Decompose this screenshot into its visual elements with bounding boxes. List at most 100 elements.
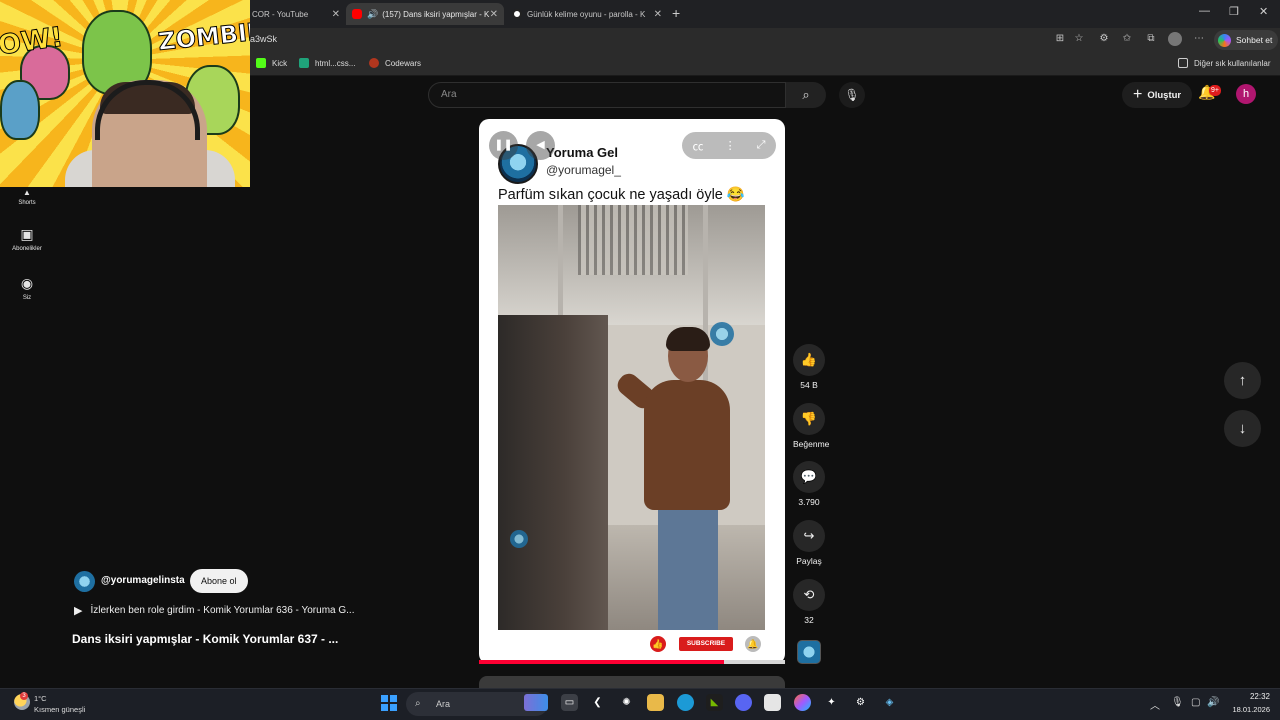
watermark-logo xyxy=(510,530,528,548)
arrow-up-icon: ↑ xyxy=(1238,372,1247,389)
pause-icon[interactable]: ❚❚ xyxy=(489,131,518,160)
guide-item-shorts[interactable]: ▲ Shorts xyxy=(8,188,46,206)
discord-icon[interactable] xyxy=(735,694,752,711)
expand-icon[interactable]: ⤢ xyxy=(757,139,766,152)
guide-label: Shorts xyxy=(18,200,36,206)
zombie-illustration xyxy=(0,80,40,140)
tab-parolla[interactable]: Günlük kelime oyunu - parolla - K ✕ xyxy=(506,3,668,25)
search-button[interactable]: ⌕ xyxy=(786,82,826,108)
profile-icon[interactable] xyxy=(1168,32,1182,46)
comment-icon: 💬 xyxy=(793,461,825,493)
sound-pivot-button[interactable] xyxy=(797,640,821,664)
edge-icon[interactable] xyxy=(677,694,694,711)
chatgpt-app-icon[interactable]: ⚙ xyxy=(852,694,869,711)
related-video-link[interactable]: ▶ İzlerken ben role girdim - Komik Yorum… xyxy=(74,604,354,617)
subscribe-button[interactable]: Abone ol xyxy=(190,569,248,593)
like-button[interactable]: 👍 54 B xyxy=(793,344,825,390)
channel-handle: @yorumagel_ xyxy=(546,163,621,177)
tab-active-video[interactable]: 🔊 (157) Dans iksiri yapmışlar - K ✕ xyxy=(346,3,504,25)
favorite-star-icon[interactable]: ☆ xyxy=(1073,33,1085,45)
search-highlight-icon[interactable] xyxy=(524,694,548,711)
more-vert-icon[interactable]: ⋮ xyxy=(725,139,736,152)
search-icon: ⌕ xyxy=(415,698,421,709)
minimize-icon[interactable]: — xyxy=(1199,5,1210,17)
previous-short-button[interactable]: ↑ xyxy=(1224,362,1261,399)
tab-youtube-cor[interactable]: COR - YouTube ✕ xyxy=(246,3,346,25)
other-bookmarks-folder[interactable]: Diğer sık kullanılanlar xyxy=(1178,58,1270,68)
next-short-button[interactable]: ↓ xyxy=(1224,410,1261,447)
share-button[interactable]: ↪ Paylaş xyxy=(793,520,825,566)
close-icon[interactable]: ✕ xyxy=(332,9,340,20)
monitor-icon[interactable]: ▢ xyxy=(1191,697,1200,708)
guide-item-subscriptions[interactable]: ▣ Abonelikler xyxy=(8,226,46,252)
close-icon[interactable]: ✕ xyxy=(490,9,498,20)
kick-icon xyxy=(256,58,266,68)
chevron-up-icon[interactable]: ︿ xyxy=(1150,697,1160,712)
windows-start-icon[interactable] xyxy=(381,695,397,711)
new-tab-button[interactable]: + xyxy=(672,5,680,21)
volume-icon[interactable]: ◀ xyxy=(526,131,555,160)
channel-avatar-small[interactable] xyxy=(74,571,95,592)
share-label: Paylaş xyxy=(796,556,822,566)
channel-handle-link[interactable]: @yorumagelinsta xyxy=(101,575,185,586)
bookmark-html-css[interactable]: html...css... xyxy=(299,58,355,68)
man-jeans xyxy=(658,505,718,630)
man-hoodie xyxy=(644,380,730,510)
task-view-icon[interactable]: ▭ xyxy=(561,694,578,711)
plus-icon: + xyxy=(1133,86,1143,103)
play-icon: ▶ xyxy=(74,605,83,617)
comment-count: 3.790 xyxy=(798,497,820,507)
thumbs-up-icon: 👍 xyxy=(650,636,666,652)
man-hair xyxy=(666,327,710,351)
store-icon[interactable] xyxy=(764,694,781,711)
close-window-icon[interactable]: ✕ xyxy=(1259,5,1268,18)
comments-button[interactable]: 💬 3.790 xyxy=(793,461,825,507)
next-short-preview[interactable] xyxy=(479,676,785,688)
weather-condition: Kısmen güneşli xyxy=(34,705,86,714)
nvidia-icon[interactable]: ◣ xyxy=(706,694,723,711)
dislike-label: Beğenme xyxy=(793,439,830,449)
codewars-icon xyxy=(369,58,379,68)
like-count: 54 B xyxy=(800,380,818,390)
create-label: Oluştur xyxy=(1147,89,1182,101)
split-view-icon[interactable]: ⊞ xyxy=(1054,33,1066,45)
account-avatar[interactable]: h xyxy=(1236,84,1256,104)
thumbs-down-icon: 👎 xyxy=(793,403,825,435)
microphone-icon[interactable]: 🎙 xyxy=(1171,697,1184,708)
extension-icon[interactable]: ⚙ xyxy=(1098,33,1110,45)
bookmark-codewars[interactable]: Codewars xyxy=(369,58,421,68)
chevron-app-icon[interactable]: ❮ xyxy=(589,694,606,711)
taskbar-search-label: Ara xyxy=(436,699,451,709)
figma-icon[interactable] xyxy=(794,694,811,711)
restore-icon[interactable]: ❐ xyxy=(1229,5,1239,18)
bookmark-kick[interactable]: Kick xyxy=(256,58,287,68)
url-text[interactable]: a3wSk xyxy=(250,34,277,44)
guide-label: Abonelikler xyxy=(12,246,42,252)
copilot-button[interactable]: Sohbet et xyxy=(1214,30,1279,50)
captions-icon[interactable]: ㏄ xyxy=(693,138,704,154)
clock-time[interactable]: 22:32 xyxy=(1228,692,1270,701)
voice-search-button[interactable]: 🎙 xyxy=(839,82,865,108)
clock-date[interactable]: 18.01.2026 xyxy=(1220,705,1270,714)
search-input[interactable]: Ara xyxy=(428,82,786,108)
bookmark-label: html...css... xyxy=(315,58,356,68)
guide-item-you[interactable]: ◉ Siz xyxy=(8,275,46,301)
collections-icon[interactable]: ⧉ xyxy=(1145,33,1157,45)
dislike-button[interactable]: 👎 Beğenme xyxy=(793,403,830,449)
volume-tray-icon[interactable]: 🔊 xyxy=(1207,697,1219,708)
create-button[interactable]: + Oluştur xyxy=(1122,82,1193,108)
ceiling-vent xyxy=(578,205,688,275)
video-frame[interactable] xyxy=(498,205,765,630)
thumbs-up-icon: 👍 xyxy=(793,344,825,376)
chatgpt-icon[interactable]: ✺ xyxy=(618,694,635,711)
speaker-icon[interactable]: 🔊 xyxy=(367,9,378,20)
close-icon[interactable]: ✕ xyxy=(654,9,662,20)
video-title[interactable]: Dans iksiri yapmışlar - Komik Yorumlar 6… xyxy=(72,632,338,646)
file-explorer-icon[interactable] xyxy=(647,694,664,711)
more-menu-icon[interactable]: ⋯ xyxy=(1193,33,1205,45)
remix-button[interactable]: ⟲ 32 xyxy=(793,579,825,625)
vscode-icon[interactable]: ✦ xyxy=(823,694,840,711)
remix-count: 32 xyxy=(804,615,814,625)
steam-icon[interactable]: ◈ xyxy=(881,694,898,711)
favorites-icon[interactable]: ✩ xyxy=(1121,33,1133,45)
